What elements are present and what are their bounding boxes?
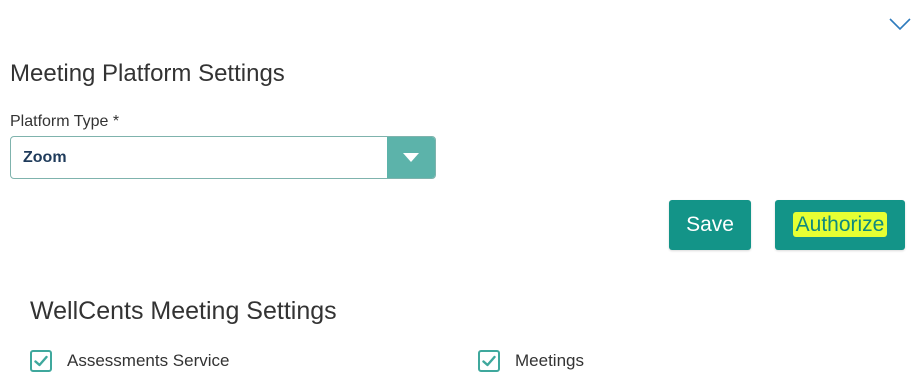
wellcents-settings-title: WellCents Meeting Settings bbox=[30, 297, 337, 325]
meetings-label: Meetings bbox=[515, 351, 584, 370]
assessments-service-option[interactable]: Assessments Service bbox=[30, 348, 230, 373]
platform-type-label: Platform Type * bbox=[10, 113, 120, 130]
chevron-down-icon[interactable] bbox=[888, 14, 912, 32]
authorize-button[interactable]: Authorize bbox=[775, 200, 905, 250]
meetings-option[interactable]: Meetings bbox=[478, 348, 584, 373]
save-button[interactable]: Save bbox=[669, 200, 751, 250]
caret-down-icon bbox=[403, 153, 419, 162]
dropdown-toggle[interactable] bbox=[387, 137, 435, 178]
meeting-platform-settings-panel: Meeting Platform Settings Platform Type … bbox=[0, 0, 914, 373]
authorize-button-label: Authorize bbox=[792, 212, 888, 237]
platform-type-select[interactable]: Zoom bbox=[10, 136, 436, 179]
checkmark-icon bbox=[34, 355, 48, 367]
section-title: Meeting Platform Settings bbox=[10, 60, 285, 87]
assessments-service-checkbox[interactable] bbox=[30, 350, 52, 372]
assessments-service-label: Assessments Service bbox=[67, 351, 230, 370]
platform-type-value: Zoom bbox=[23, 149, 67, 166]
meetings-checkbox[interactable] bbox=[478, 350, 500, 372]
checkmark-icon bbox=[482, 355, 496, 367]
